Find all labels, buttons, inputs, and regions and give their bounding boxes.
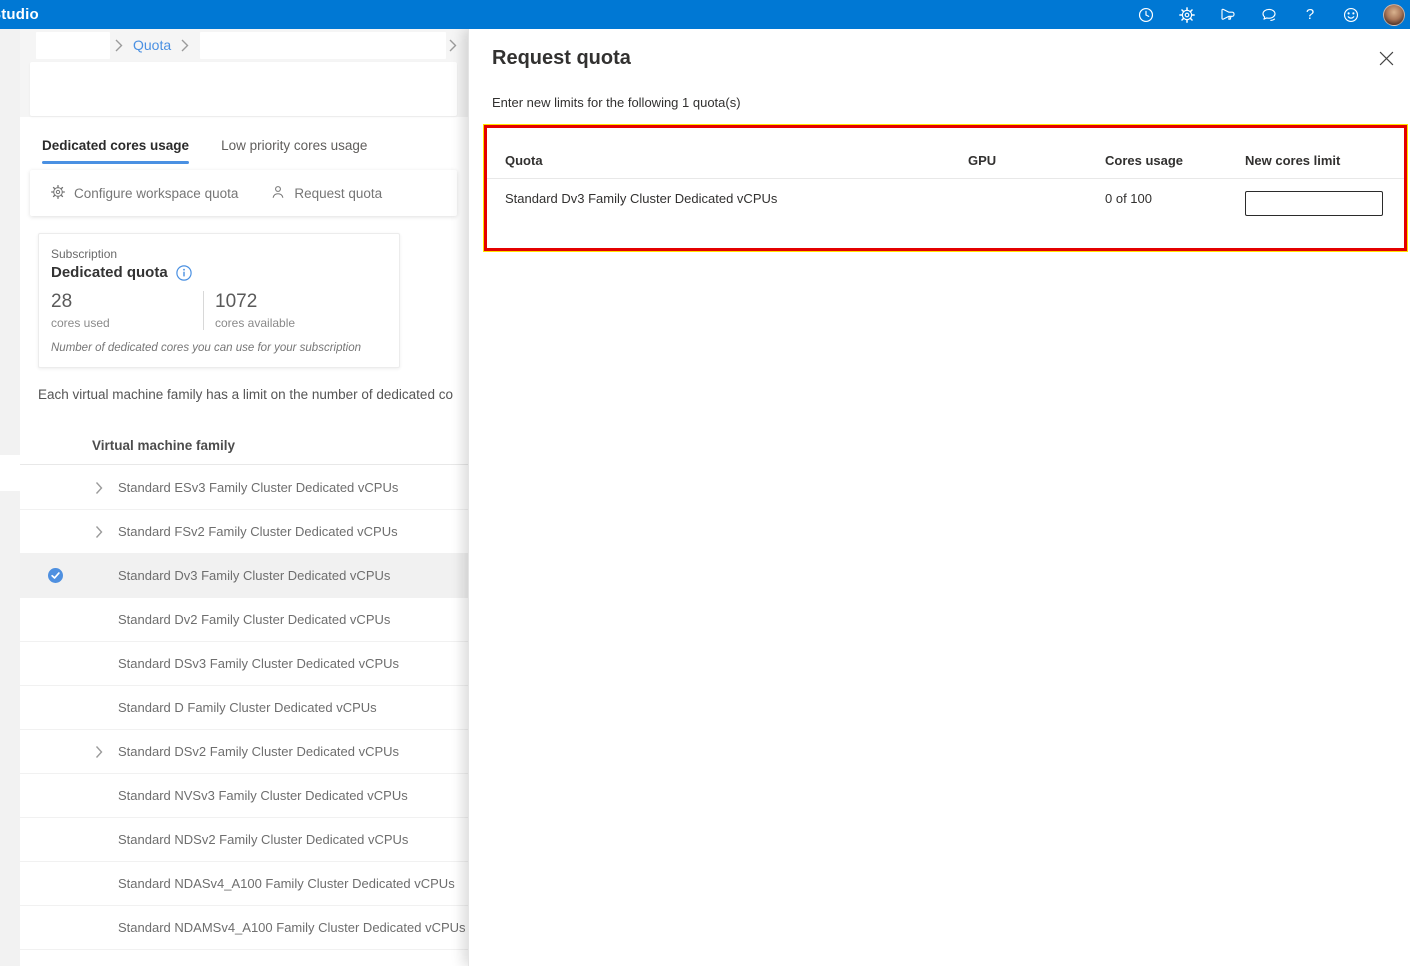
left-nav-rail	[0, 29, 20, 966]
breadcrumb: Quota	[20, 29, 468, 62]
new-cores-limit-input[interactable]	[1245, 191, 1383, 216]
vm-family-label: Standard Dv2 Family Cluster Dedicated vC…	[118, 612, 390, 627]
topbar-icon-group: ?	[1137, 4, 1410, 26]
app-title[interactable]: Studio	[0, 6, 39, 23]
quota-table-highlight: Quota GPU Cores usage New cores limit St…	[484, 125, 1407, 251]
top-app-bar: Studio ?	[0, 0, 1410, 29]
tab-low-priority-cores-usage[interactable]: Low priority cores usage	[221, 138, 367, 164]
cores-used-value: 28	[51, 291, 203, 313]
breadcrumb-item-placeholder[interactable]	[36, 32, 110, 59]
row-expand-chevron-icon[interactable]	[95, 745, 103, 759]
quota-name-cell: Standard Dv3 Family Cluster Dedicated vC…	[505, 191, 968, 206]
column-header-gpu: GPU	[968, 153, 1105, 168]
rail-notch	[0, 455, 20, 491]
request-quota-button[interactable]: Request quota	[270, 184, 382, 203]
vm-family-row[interactable]: Standard NVSv3 Family Cluster Dedicated …	[20, 774, 468, 818]
vm-family-label: Standard NDASv4_A100 Family Cluster Dedi…	[118, 876, 455, 891]
vm-family-row[interactable]: Standard Dv2 Family Cluster Dedicated vC…	[20, 598, 468, 642]
column-header-quota: Quota	[505, 153, 968, 168]
person-icon	[270, 184, 286, 203]
help-icon[interactable]: ?	[1301, 6, 1319, 24]
app-screen: Studio ? Quota	[0, 0, 1410, 966]
quota-table-header-row: Quota GPU Cores usage New cores limit	[487, 128, 1404, 179]
vm-family-row[interactable]: Standard DSv2 Family Cluster Dedicated v…	[20, 730, 468, 774]
vm-family-table: Standard ESv3 Family Cluster Dedicated v…	[20, 466, 468, 950]
vm-family-label: Standard ESv3 Family Cluster Dedicated v…	[118, 480, 398, 495]
breadcrumb-separator-icon	[114, 38, 123, 53]
gear-icon	[50, 184, 66, 203]
vm-family-row[interactable]: Standard Dv3 Family Cluster Dedicated vC…	[20, 554, 468, 598]
vm-family-label: Standard NDAMSv4_A100 Family Cluster Ded…	[118, 920, 466, 935]
panel-subtitle: Enter new limits for the following 1 quo…	[492, 95, 741, 110]
clock-history-icon[interactable]	[1137, 6, 1155, 24]
vm-table-header: Virtual machine family	[20, 426, 468, 465]
quota-note: Number of dedicated cores you can use fo…	[51, 342, 387, 354]
quota-stats: 28 cores used 1072 cores available	[51, 291, 387, 330]
vm-family-row[interactable]: Standard NDSv2 Family Cluster Dedicated …	[20, 818, 468, 862]
configure-workspace-quota-label: Configure workspace quota	[74, 186, 238, 201]
vm-family-label: Standard NVSv3 Family Cluster Dedicated …	[118, 788, 408, 803]
vm-family-label: Standard Dv3 Family Cluster Dedicated vC…	[118, 568, 390, 583]
vm-family-row[interactable]: Standard DSv3 Family Cluster Dedicated v…	[20, 642, 468, 686]
cores-usage-cell: 0 of 100	[1105, 191, 1245, 206]
vm-family-label: Standard FSv2 Family Cluster Dedicated v…	[118, 524, 398, 539]
vm-family-label: Standard DSv3 Family Cluster Dedicated v…	[118, 656, 399, 671]
vm-family-label: Standard DSv2 Family Cluster Dedicated v…	[118, 744, 399, 759]
feedback-chat-icon[interactable]	[1260, 6, 1278, 24]
panel-title: Request quota	[492, 47, 631, 70]
vm-family-row[interactable]: Standard FSv2 Family Cluster Dedicated v…	[20, 510, 468, 554]
breadcrumb-link-quota[interactable]: Quota	[133, 37, 171, 53]
quota-table-row: Standard Dv3 Family Cluster Dedicated vC…	[487, 179, 1404, 216]
user-avatar[interactable]	[1383, 4, 1405, 26]
breadcrumb-separator-icon	[180, 38, 189, 53]
close-icon	[1379, 51, 1395, 66]
close-panel-button[interactable]	[1377, 48, 1397, 68]
vm-family-row[interactable]: Standard ESv3 Family Cluster Dedicated v…	[20, 466, 468, 510]
row-expand-chevron-icon[interactable]	[95, 481, 103, 495]
row-expand-chevron-icon[interactable]	[95, 525, 103, 539]
vm-family-label: Standard NDSv2 Family Cluster Dedicated …	[118, 832, 408, 847]
page-header-zone: Quota	[20, 29, 468, 117]
subscription-label: Subscription	[51, 247, 387, 261]
subscription-quota-card: Subscription Dedicated quota 28 cores us…	[38, 233, 400, 368]
page-title-box	[30, 62, 457, 116]
request-quota-label: Request quota	[294, 186, 382, 201]
settings-gear-icon[interactable]	[1178, 6, 1196, 24]
tab-dedicated-cores-usage[interactable]: Dedicated cores usage	[42, 138, 189, 164]
quota-page: Quota Dedicated cores usage Low priority…	[20, 29, 468, 966]
tab-bar: Dedicated cores usage Low priority cores…	[42, 138, 367, 164]
row-selected-check-icon	[48, 568, 63, 583]
vm-family-row[interactable]: Standard D Family Cluster Dedicated vCPU…	[20, 686, 468, 730]
vm-family-row[interactable]: Standard NDAMSv4_A100 Family Cluster Ded…	[20, 906, 468, 950]
chevron-right-icon	[448, 38, 457, 53]
smiley-feedback-icon[interactable]	[1342, 6, 1360, 24]
vm-family-description: Each virtual machine family has a limit …	[38, 387, 468, 402]
column-header-cores-usage: Cores usage	[1105, 153, 1245, 168]
breadcrumb-item-placeholder[interactable]	[200, 32, 446, 59]
cores-available-label: cores available	[215, 316, 295, 330]
stat-divider	[203, 291, 204, 330]
column-header-new-cores-limit: New cores limit	[1245, 153, 1404, 168]
dedicated-quota-title: Dedicated quota	[51, 264, 168, 281]
vm-family-row[interactable]: Standard NDASv4_A100 Family Cluster Dedi…	[20, 862, 468, 906]
quota-toolbar: Configure workspace quota Request quota	[30, 170, 457, 216]
info-icon[interactable]	[176, 265, 192, 281]
cores-available-value: 1072	[215, 291, 295, 313]
vm-family-column-header: Virtual machine family	[92, 438, 235, 453]
announcements-megaphone-icon[interactable]	[1219, 6, 1237, 24]
vm-family-label: Standard D Family Cluster Dedicated vCPU…	[118, 700, 377, 715]
cores-used-label: cores used	[51, 316, 203, 330]
request-quota-panel: Request quota Enter new limits for the f…	[468, 29, 1410, 966]
configure-workspace-quota-button[interactable]: Configure workspace quota	[50, 184, 238, 203]
